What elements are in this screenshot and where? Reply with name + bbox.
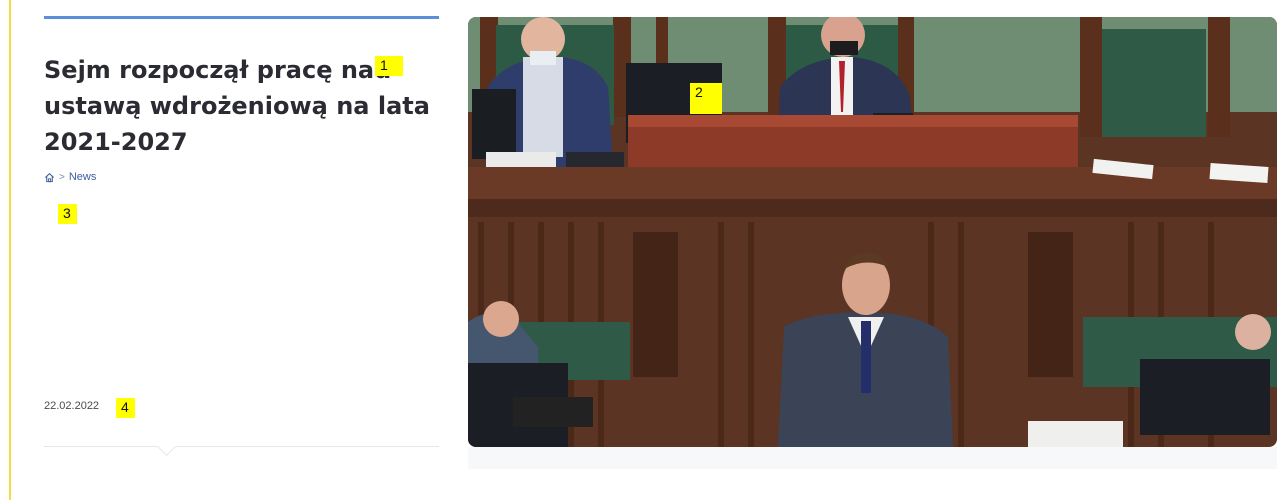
page-left-border <box>9 0 11 500</box>
card-accent-bar <box>44 16 439 19</box>
annotation-tag-4: 4 <box>116 398 135 418</box>
home-icon[interactable] <box>44 172 55 183</box>
article-date: 22.02.2022 <box>44 400 100 412</box>
article-photo[interactable] <box>468 17 1277 447</box>
photo-bottom-strip <box>468 447 1277 469</box>
annotation-tag-1: 1 <box>375 56 403 76</box>
breadcrumb-separator: > <box>59 171 65 183</box>
card-pointer <box>154 446 178 458</box>
breadcrumb: > News <box>44 171 96 183</box>
annotation-tag-3: 3 <box>58 204 77 224</box>
article-card[interactable]: Sejm rozpoczął pracę nad ustawą wdrożeni… <box>44 16 439 461</box>
breadcrumb-news-link[interactable]: News <box>69 171 97 183</box>
annotation-tag-2: 2 <box>690 83 722 114</box>
card-divider <box>44 446 439 447</box>
